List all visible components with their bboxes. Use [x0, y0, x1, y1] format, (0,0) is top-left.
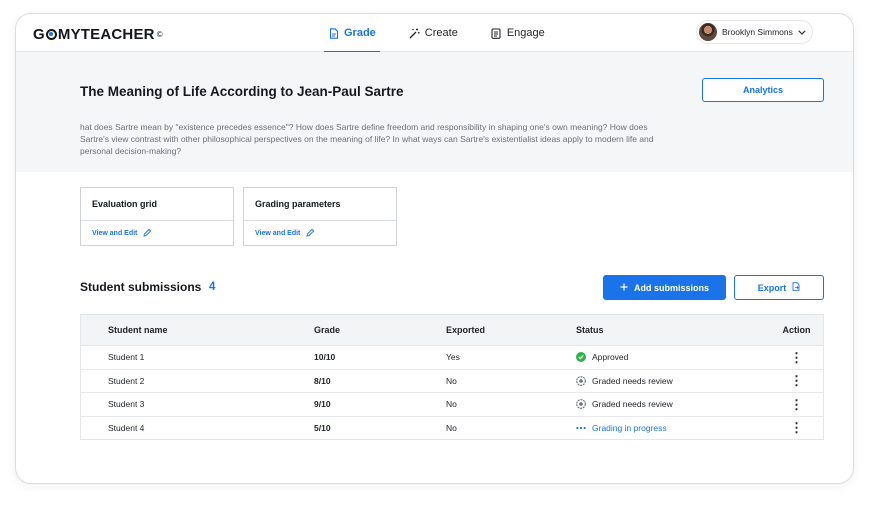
status-label: Graded needs review: [592, 399, 673, 410]
evaluation-grid-card: Evaluation grid View and Edit: [80, 187, 234, 246]
clipboard-icon: [491, 27, 502, 39]
tab-engage-label: Engage: [506, 27, 545, 39]
column-header-action: Action: [782, 325, 811, 335]
export-label: Export: [757, 282, 787, 293]
page-title: The Meaning of Life According to Jean-Pa…: [80, 84, 404, 99]
status: Grading in progress: [576, 423, 764, 433]
status: Graded needs review: [576, 376, 764, 386]
logo-o-icon: [45, 29, 57, 40]
status: Approved: [576, 352, 764, 363]
magic-wand-icon: [409, 28, 420, 39]
avatar: [699, 23, 717, 41]
user-menu[interactable]: Brooklyn Simmons: [696, 20, 813, 44]
evaluation-grid-edit-link[interactable]: View and Edit: [81, 221, 233, 246]
column-header-status[interactable]: Status: [576, 325, 764, 335]
exported: No: [446, 399, 457, 410]
column-header-student-name[interactable]: Student name: [81, 325, 314, 335]
assignment-description: hat does Sartre mean by "existence prece…: [80, 122, 654, 156]
grading-parameters-edit-label: View and Edit: [255, 230, 301, 237]
assignment-header: The Meaning of Life According to Jean-Pa…: [16, 52, 853, 172]
more-actions-icon[interactable]: ⋮: [790, 421, 803, 434]
ellipsis-icon: [576, 423, 586, 433]
document-icon: [328, 27, 339, 39]
pencil-icon: [306, 228, 315, 239]
exported: No: [446, 375, 457, 386]
review-badge-icon: [576, 399, 586, 410]
exported: Yes: [446, 352, 460, 363]
table-header: Student name Grade Exported Status Actio…: [81, 315, 823, 345]
tab-engage[interactable]: Engage: [489, 14, 547, 52]
student-name: Student 1: [108, 352, 145, 363]
add-submissions-label: Add submissions: [633, 282, 709, 293]
chevron-down-icon: [798, 27, 806, 37]
more-actions-icon[interactable]: ⋮: [790, 398, 803, 411]
more-actions-icon[interactable]: ⋮: [790, 374, 803, 387]
grade: 8/10: [314, 375, 331, 386]
grading-parameters-edit-link[interactable]: View and Edit: [244, 221, 396, 246]
user-name: Brooklyn Simmons: [722, 27, 793, 37]
column-header-grade[interactable]: Grade: [314, 325, 446, 335]
logo[interactable]: G MYTEACHER ©: [33, 26, 163, 43]
grade: 9/10: [314, 399, 331, 410]
evaluation-grid-edit-label: View and Edit: [92, 230, 138, 237]
student-name: Student 4: [108, 422, 145, 433]
analytics-button[interactable]: Analytics: [702, 78, 824, 102]
tab-create-label: Create: [424, 27, 458, 39]
column-header-exported[interactable]: Exported: [446, 325, 576, 335]
check-circle-icon: [576, 352, 586, 363]
exported: No: [446, 422, 457, 433]
app-window: G MYTEACHER © Grade Create Engage Brookl…: [15, 13, 854, 484]
plus-icon: [620, 283, 628, 293]
more-actions-icon[interactable]: ⋮: [790, 351, 803, 364]
grade: 5/10: [314, 422, 331, 433]
file-export-icon: [792, 282, 800, 293]
grading-parameters-title: Grading parameters: [244, 188, 396, 221]
table-row[interactable]: Student 4 5/10 No Grading in progress ⋮: [81, 415, 823, 440]
submissions-table: Student name Grade Exported Status Actio…: [80, 314, 824, 440]
grade: 10/10: [314, 352, 336, 363]
student-name: Student 2: [108, 375, 145, 386]
grading-parameters-card: Grading parameters View and Edit: [243, 187, 397, 246]
evaluation-grid-title: Evaluation grid: [81, 188, 233, 221]
logo-mark: ©: [156, 30, 163, 39]
add-submissions-button[interactable]: Add submissions: [603, 275, 726, 300]
status: Graded needs review: [576, 399, 764, 409]
export-button[interactable]: Export: [734, 275, 824, 300]
submissions-count: 4: [209, 281, 216, 293]
tab-create[interactable]: Create: [407, 14, 460, 52]
submissions-title: Student submissions: [80, 280, 202, 294]
logo-text-right: MYTEACHER: [57, 26, 155, 43]
table-row[interactable]: Student 1 10/10 Yes Approved ⋮: [81, 345, 823, 369]
status-label: Graded needs review: [592, 375, 673, 386]
top-bar: G MYTEACHER © Grade Create Engage Brookl…: [16, 14, 853, 53]
tab-grade-label: Grade: [344, 27, 376, 39]
table-row[interactable]: Student 3 9/10 No Graded needs review ⋮: [81, 392, 823, 416]
review-badge-icon: [576, 375, 586, 386]
main-nav: Grade Create Engage: [324, 14, 576, 53]
status-label: Approved: [592, 352, 629, 363]
logo-text-left: G: [33, 26, 45, 43]
status-label: Grading in progress: [592, 422, 667, 433]
pencil-icon: [143, 228, 152, 239]
table-row[interactable]: Student 2 8/10 No Graded needs review ⋮: [81, 368, 823, 393]
tab-grade[interactable]: Grade: [324, 14, 380, 53]
student-name: Student 3: [108, 399, 145, 410]
